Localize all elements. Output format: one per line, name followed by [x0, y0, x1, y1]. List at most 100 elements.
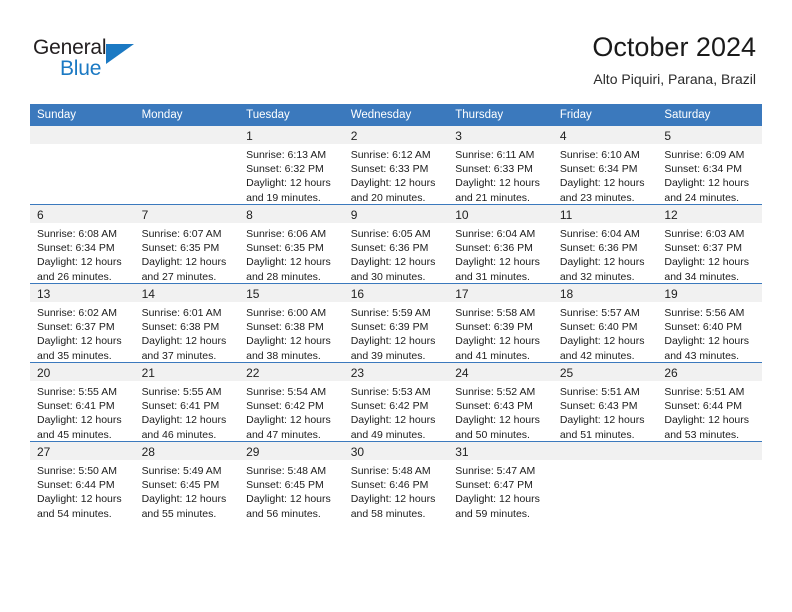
day-detail-line: Sunrise: 6:05 AM: [350, 228, 431, 240]
day-detail-line: Sunset: 6:42 PM: [350, 400, 429, 413]
day-cell[interactable]: 16 Sunrise: 5:59 AM Sunset: 6:39 PM Dayligh…: [343, 284, 449, 362]
calendar-cell: [657, 441, 762, 520]
day-detail-line: Daylight: 12 hours: [141, 493, 227, 506]
day-cell[interactable]: 3 Sunrise: 6:11 AM Sunset: 6:33 PM Daylight…: [448, 126, 553, 204]
calendar-cell: 23 Sunrise: 5:53 AM Sunset: 6:42 PM Dayligh…: [343, 362, 449, 442]
day-number-band: 12: [657, 205, 762, 223]
day-cell[interactable]: 20 Sunrise: 5:55 AM Sunset: 6:41 PM Dayligh…: [30, 363, 135, 441]
day-cell[interactable]: 22 Sunrise: 5:54 AM Sunset: 6:42 PM Dayligh…: [239, 363, 344, 441]
day-detail-list: Sunrise: 6:12 AM Sunset: 6:33 PM Daylight:…: [344, 144, 449, 205]
day-detail-line: Sunset: 6:42 PM: [246, 400, 324, 413]
weekday-header-thursday: Thursday: [448, 104, 553, 126]
blue-triangle-icon: [106, 44, 134, 64]
day-detail-line: Sunrise: 6:01 AM: [141, 307, 222, 319]
day-cell[interactable]: 6 Sunrise: 6:08 AM Sunset: 6:34 PM Daylight…: [30, 205, 135, 283]
day-detail-line: Sunrise: 5:57 AM: [559, 307, 640, 319]
day-cell[interactable]: 7 Sunrise: 6:07 AM Sunset: 6:35 PM Daylight…: [134, 205, 240, 283]
day-detail-line: and 38 minutes.: [246, 349, 321, 362]
day-cell-empty: [134, 126, 240, 204]
day-detail-line: Sunrise: 5:49 AM: [141, 465, 222, 477]
day-cell[interactable]: 23 Sunrise: 5:53 AM Sunset: 6:42 PM Dayligh…: [343, 363, 449, 441]
day-detail-line: Sunset: 6:35 PM: [141, 242, 220, 255]
day-detail-list: Sunrise: 6:05 AM Sunset: 6:36 PM Daylight:…: [344, 223, 449, 284]
day-number: 1: [246, 129, 253, 143]
weekday-header-friday: Friday: [552, 104, 658, 126]
day-cell[interactable]: 11 Sunrise: 6:04 AM Sunset: 6:36 PM Dayligh…: [552, 205, 658, 283]
day-detail-line: and 41 minutes.: [455, 349, 530, 362]
day-detail-line: Daylight: 12 hours: [141, 335, 227, 348]
day-cell[interactable]: 13 Sunrise: 6:02 AM Sunset: 6:37 PM Dayligh…: [30, 284, 135, 362]
day-cell[interactable]: 31 Sunrise: 5:47 AM Sunset: 6:47 PM Dayligh…: [448, 442, 553, 520]
day-cell[interactable]: 15 Sunrise: 6:00 AM Sunset: 6:38 PM Dayligh…: [239, 284, 344, 362]
day-detail-line: Sunrise: 6:13 AM: [246, 149, 327, 161]
day-detail-line: and 34 minutes.: [664, 270, 740, 283]
day-cell[interactable]: 21 Sunrise: 5:55 AM Sunset: 6:41 PM Dayligh…: [134, 363, 240, 441]
day-detail-line: Daylight: 12 hours: [246, 414, 331, 427]
day-number: 24: [455, 366, 469, 380]
day-cell[interactable]: 1 Sunrise: 6:13 AM Sunset: 6:32 PM Daylight…: [239, 126, 344, 204]
day-cell[interactable]: 2 Sunrise: 6:12 AM Sunset: 6:33 PM Daylight…: [343, 126, 449, 205]
calendar-week-row: 20 Sunrise: 5:55 AM Sunset: 6:41 PM Dayligh…: [30, 362, 762, 442]
day-detail-line: Sunrise: 5:53 AM: [350, 386, 431, 398]
day-cell[interactable]: 8 Sunrise: 6:06 AM Sunset: 6:35 PM Daylight…: [239, 205, 344, 283]
day-detail-line: Sunrise: 6:07 AM: [141, 228, 222, 240]
day-number: 7: [141, 208, 149, 222]
calendar-cell: 31 Sunrise: 5:47 AM Sunset: 6:47 PM Dayligh…: [448, 441, 553, 520]
day-detail-line: Sunrise: 5:55 AM: [141, 386, 222, 398]
brand-logo[interactable]: General Blue: [33, 36, 153, 84]
day-number: 31: [455, 445, 469, 459]
calendar-page: General Blue October 2024 Alto Piquiri, …: [0, 0, 792, 612]
day-cell[interactable]: 19 Sunrise: 5:56 AM Sunset: 6:40 PM Dayligh…: [657, 284, 762, 362]
calendar-week-row: 27 Sunrise: 5:50 AM Sunset: 6:44 PM Dayligh…: [30, 441, 762, 520]
day-detail-line: Daylight: 12 hours: [246, 177, 331, 190]
calendar-cell: 28 Sunrise: 5:49 AM Sunset: 6:45 PM Dayligh…: [134, 441, 240, 520]
day-cell[interactable]: 28 Sunrise: 5:49 AM Sunset: 6:45 PM Dayligh…: [134, 442, 240, 520]
day-cell[interactable]: 5 Sunrise: 6:09 AM Sunset: 6:34 PM Daylight…: [657, 126, 762, 204]
day-detail-line: Sunset: 6:33 PM: [350, 163, 429, 176]
day-detail-line: Daylight: 12 hours: [664, 335, 750, 348]
day-detail-list: Sunrise: 6:08 AM Sunset: 6:34 PM Daylight:…: [30, 223, 135, 284]
day-cell[interactable]: 4 Sunrise: 6:10 AM Sunset: 6:34 PM Daylight…: [552, 126, 658, 204]
day-detail-list: Sunrise: 5:55 AM Sunset: 6:41 PM Daylight:…: [30, 381, 135, 442]
day-detail-line: Daylight: 12 hours: [246, 335, 331, 348]
day-detail-line: Sunset: 6:34 PM: [559, 163, 638, 176]
day-detail-list: Sunrise: 5:54 AM Sunset: 6:42 PM Daylight:…: [239, 381, 344, 442]
day-detail-list: Sunrise: 5:52 AM Sunset: 6:43 PM Daylight:…: [448, 381, 553, 442]
day-detail-line: Daylight: 12 hours: [455, 177, 540, 190]
day-detail-line: Daylight: 12 hours: [664, 177, 750, 190]
day-cell[interactable]: 30 Sunrise: 5:48 AM Sunset: 6:46 PM Dayligh…: [343, 442, 449, 520]
day-detail-line: Sunset: 6:36 PM: [455, 242, 533, 255]
day-cell[interactable]: 24 Sunrise: 5:52 AM Sunset: 6:43 PM Dayligh…: [448, 363, 553, 441]
day-detail-line: and 58 minutes.: [350, 507, 426, 520]
day-detail-line: Daylight: 12 hours: [141, 256, 227, 269]
day-cell[interactable]: 10 Sunrise: 6:04 AM Sunset: 6:36 PM Dayligh…: [448, 205, 553, 283]
day-detail-line: and 56 minutes.: [246, 507, 321, 520]
day-cell[interactable]: 17 Sunrise: 5:58 AM Sunset: 6:39 PM Dayligh…: [448, 284, 553, 362]
day-cell[interactable]: 9 Sunrise: 6:05 AM Sunset: 6:36 PM Daylight…: [343, 205, 449, 284]
day-cell[interactable]: 18 Sunrise: 5:57 AM Sunset: 6:40 PM Dayligh…: [552, 284, 658, 362]
day-cell[interactable]: 12 Sunrise: 6:03 AM Sunset: 6:37 PM Dayligh…: [657, 205, 762, 283]
day-detail-line: and 32 minutes.: [559, 270, 635, 283]
day-cell[interactable]: 27 Sunrise: 5:50 AM Sunset: 6:44 PM Dayligh…: [30, 442, 135, 520]
day-number: 22: [246, 366, 260, 380]
day-number: 15: [246, 287, 260, 301]
day-cell[interactable]: 26 Sunrise: 5:51 AM Sunset: 6:44 PM Dayligh…: [657, 363, 762, 441]
day-cell[interactable]: 14 Sunrise: 6:01 AM Sunset: 6:38 PM Dayligh…: [134, 284, 240, 362]
day-cell[interactable]: 25 Sunrise: 5:51 AM Sunset: 6:43 PM Dayligh…: [552, 363, 658, 441]
day-detail-line: Sunrise: 5:54 AM: [246, 386, 327, 398]
day-detail-line: Daylight: 12 hours: [455, 493, 540, 506]
day-detail-list: Sunrise: 5:48 AM Sunset: 6:45 PM Daylight:…: [239, 460, 344, 521]
day-number-band: 10: [448, 205, 553, 223]
day-number-band: 25: [552, 363, 658, 381]
day-detail-line: and 27 minutes.: [141, 270, 217, 283]
day-detail-line: Sunrise: 6:06 AM: [246, 228, 327, 240]
day-cell[interactable]: 29 Sunrise: 5:48 AM Sunset: 6:45 PM Dayligh…: [239, 442, 344, 520]
day-number-band: 31: [448, 442, 553, 460]
day-detail-line: Daylight: 12 hours: [141, 414, 227, 427]
day-detail-list: [135, 144, 240, 148]
calendar-cell: [30, 126, 135, 205]
day-detail-line: and 49 minutes.: [350, 428, 426, 441]
day-number-band: 18: [552, 284, 658, 302]
calendar-body: 1 Sunrise: 6:13 AM Sunset: 6:32 PM Daylight…: [30, 126, 762, 520]
day-detail-line: Sunrise: 6:12 AM: [350, 149, 431, 161]
